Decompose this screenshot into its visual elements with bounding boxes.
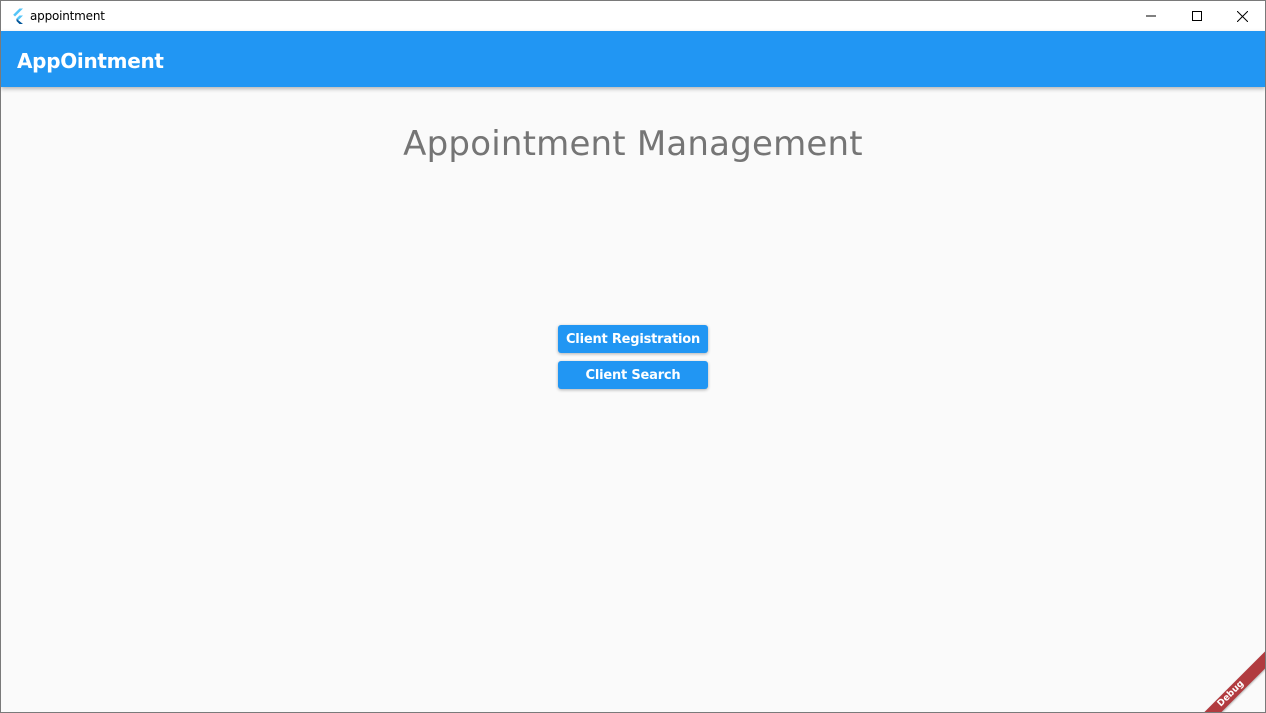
window-titlebar[interactable]: appointment: [1, 1, 1265, 31]
page-heading: Appointment Management: [403, 124, 863, 164]
app-bar: AppOintment: [1, 31, 1265, 87]
flutter-logo-icon: [13, 8, 23, 24]
client-search-button[interactable]: Client Search: [558, 361, 708, 389]
minimize-button[interactable]: [1128, 1, 1174, 31]
debug-banner: Debug: [1177, 640, 1265, 712]
app-bar-title: AppOintment: [17, 49, 164, 73]
maximize-icon: [1192, 11, 1202, 21]
app-window: appointment AppOintment Appointment Mana…: [0, 0, 1266, 713]
window-title: appointment: [30, 9, 105, 23]
close-button[interactable]: [1219, 1, 1265, 31]
client-registration-button[interactable]: Client Registration: [558, 325, 708, 353]
maximize-button[interactable]: [1174, 1, 1220, 31]
close-icon: [1236, 10, 1248, 22]
minimize-icon: [1146, 15, 1156, 17]
